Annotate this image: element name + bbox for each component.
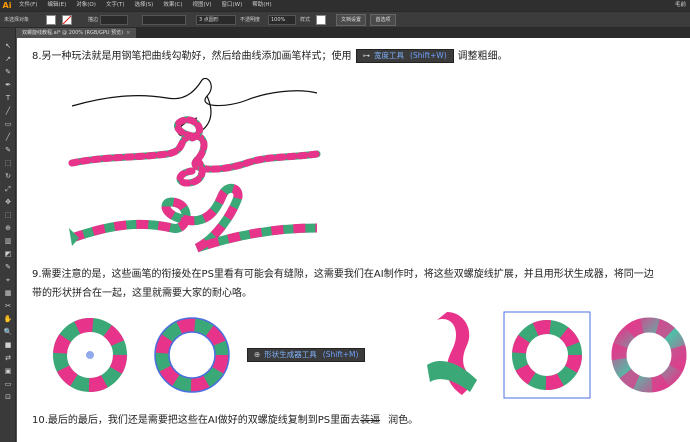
tool-20-icon[interactable]: ✂: [3, 302, 13, 311]
tool-9-icon[interactable]: ⬚: [3, 159, 13, 168]
tool-8-icon[interactable]: ✎: [3, 146, 13, 155]
tool-16-icon[interactable]: ◩: [3, 250, 13, 259]
tools-panel: ↖ ↗ ✎ ✒ T ╱ ▭ ╱ ✎ ⬚ ↻ ⤢ ✥ ⬚ ⊕ ▥ ◩ ✎ ⌖ ▦ ✂ ✋ 🔍 ■ ⇄ ▣ ▭ ⊡: [0, 28, 16, 442]
document-tab-bar: 双螺旋线教程.ai* @ 200% (RGB/GPU 预览) ×: [16, 28, 690, 38]
wreath-selected: [154, 317, 230, 393]
width-tool-icon: ⊶: [362, 51, 371, 60]
wreath-colored: [611, 317, 687, 393]
paragraph-8: 8.另一种玩法就是用钢笔把曲线勾勒好，然后给曲线添加画笔样式；使用 ⊶ 宽度工具 (S…: [32, 49, 508, 63]
paragraph-9-line-1: 9.需要注意的是，这些画笔的衔接处在PS里看有可能会有缝隙，这需要我们在AI制作…: [32, 269, 654, 280]
shape-builder-icon: ⊕: [254, 350, 261, 359]
shape-builder-tooltip: ⊕ 形状生成器工具 (Shift+M): [247, 348, 366, 362]
menu-type[interactable]: 文字(T): [101, 0, 130, 11]
document-setup-button[interactable]: 文档设置: [336, 14, 366, 26]
variable-width-field[interactable]: [142, 15, 186, 25]
document-tab-title: 双螺旋线教程.ai* @ 200% (RGB/GPU 预览): [22, 30, 124, 36]
tool-27-icon[interactable]: ⊡: [3, 393, 13, 402]
tool-0-icon[interactable]: ↖: [3, 42, 13, 51]
twisted-ribbon: [70, 183, 318, 253]
tool-19-icon[interactable]: ▦: [3, 289, 13, 298]
shape-builder-hotkey: (Shift+M): [322, 350, 359, 359]
menu-file[interactable]: 文件(F): [14, 0, 42, 11]
workspace-label[interactable]: 毛前: [675, 0, 686, 11]
stroke-weight-field[interactable]: [100, 15, 128, 25]
tool-24-icon[interactable]: ⇄: [3, 354, 13, 363]
app-logo: Ai: [2, 1, 12, 10]
stroke-label: 描边: [88, 17, 99, 23]
tool-11-icon[interactable]: ⤢: [3, 185, 13, 194]
menu-effect[interactable]: 效果(C): [158, 0, 187, 11]
tool-26-icon[interactable]: ▭: [3, 380, 13, 389]
tool-21-icon[interactable]: ✋: [3, 315, 13, 324]
menu-object[interactable]: 对象(O): [71, 0, 101, 11]
menu-view[interactable]: 视图(V): [187, 0, 216, 11]
shape-builder-name: 形状生成器工具: [264, 350, 317, 359]
width-tool-tooltip: ⊶ 宽度工具 (Shift+W): [355, 49, 454, 63]
para8-text-after: 调整粗细。: [457, 51, 508, 62]
close-icon[interactable]: ×: [126, 30, 130, 36]
tool-12-icon[interactable]: ✥: [3, 198, 13, 207]
tool-14-icon[interactable]: ⊕: [3, 224, 13, 233]
tool-2-icon[interactable]: ✎: [3, 68, 13, 77]
wreath-segment: [427, 312, 477, 395]
control-bar: 未选择对象 描边 3 点圆形 不透明度 100% 样式 文档设置 首选项: [0, 11, 690, 28]
tool-13-icon[interactable]: ⬚: [3, 211, 13, 220]
paragraph-9-line-2: 带的形状拼合在一起，这里就需要大家的耐心咯。: [32, 288, 252, 299]
menu-help[interactable]: 帮助(H): [247, 0, 276, 11]
menu-window[interactable]: 窗口(W): [217, 0, 248, 11]
document-tab[interactable]: 双螺旋线教程.ai* @ 200% (RGB/GPU 预览) ×: [16, 28, 137, 38]
brush-strokes-illustration: [68, 78, 321, 253]
menu-select[interactable]: 选择(S): [130, 0, 159, 11]
para10-struck-text: 装逼: [360, 415, 381, 426]
preferences-button[interactable]: 首选项: [370, 14, 396, 26]
selection-status: 未选择对象: [4, 17, 30, 23]
tool-15-icon[interactable]: ▥: [3, 237, 13, 246]
tool-10-icon[interactable]: ↻: [3, 172, 13, 181]
menu-bar: Ai 文件(F) 编辑(E) 对象(O) 文字(T) 选择(S) 效果(C) 视…: [0, 0, 690, 11]
tool-6-icon[interactable]: ▭: [3, 120, 13, 129]
tool-23-icon[interactable]: ■: [3, 341, 13, 350]
para8-text-before: 8.另一种玩法就是用钢笔把曲线勾勒好，然后给曲线添加画笔样式；使用: [32, 51, 352, 62]
braided-rope: [68, 116, 321, 187]
plain-curve: [71, 78, 318, 137]
menu-edit[interactable]: 编辑(E): [42, 0, 71, 11]
width-tool-hotkey: (Shift+W): [410, 51, 447, 60]
para10-text-before: 10.最后的最后，我们还是需要把这些在AI做好的双螺旋线复制到PS里面去: [32, 415, 361, 426]
tool-1-icon[interactable]: ↗: [3, 55, 13, 64]
tool-17-icon[interactable]: ✎: [3, 263, 13, 272]
tool-22-icon[interactable]: 🔍: [3, 328, 13, 337]
paragraph-10: 10.最后的最后，我们还是需要把这些在AI做好的双螺旋线复制到PS里面去装逼 润色…: [32, 414, 418, 427]
tool-18-icon[interactable]: ⌖: [3, 276, 13, 285]
brush-definition-field[interactable]: 3 点圆形: [196, 15, 236, 25]
tool-4-icon[interactable]: T: [3, 94, 13, 103]
wreath-merged: [503, 311, 591, 399]
style-swatch[interactable]: [316, 15, 326, 25]
wreath-expanded: [53, 318, 127, 392]
artboard[interactable]: 8.另一种玩法就是用钢笔把曲线勾勒好，然后给曲线添加画笔样式；使用 ⊶ 宽度工具 (S…: [17, 38, 690, 442]
width-tool-name: 宽度工具: [374, 51, 405, 60]
stroke-swatch[interactable]: [62, 15, 72, 25]
opacity-field[interactable]: 100%: [268, 15, 296, 25]
tool-7-icon[interactable]: ╱: [3, 133, 13, 142]
para10-text-after: 润色。: [388, 415, 419, 426]
tool-5-icon[interactable]: ╱: [3, 107, 13, 116]
tool-3-icon[interactable]: ✒: [3, 81, 13, 90]
opacity-label: 不透明度: [240, 17, 261, 23]
style-label: 样式: [300, 17, 311, 23]
fill-swatch[interactable]: [46, 15, 56, 25]
tool-25-icon[interactable]: ▣: [3, 367, 13, 376]
